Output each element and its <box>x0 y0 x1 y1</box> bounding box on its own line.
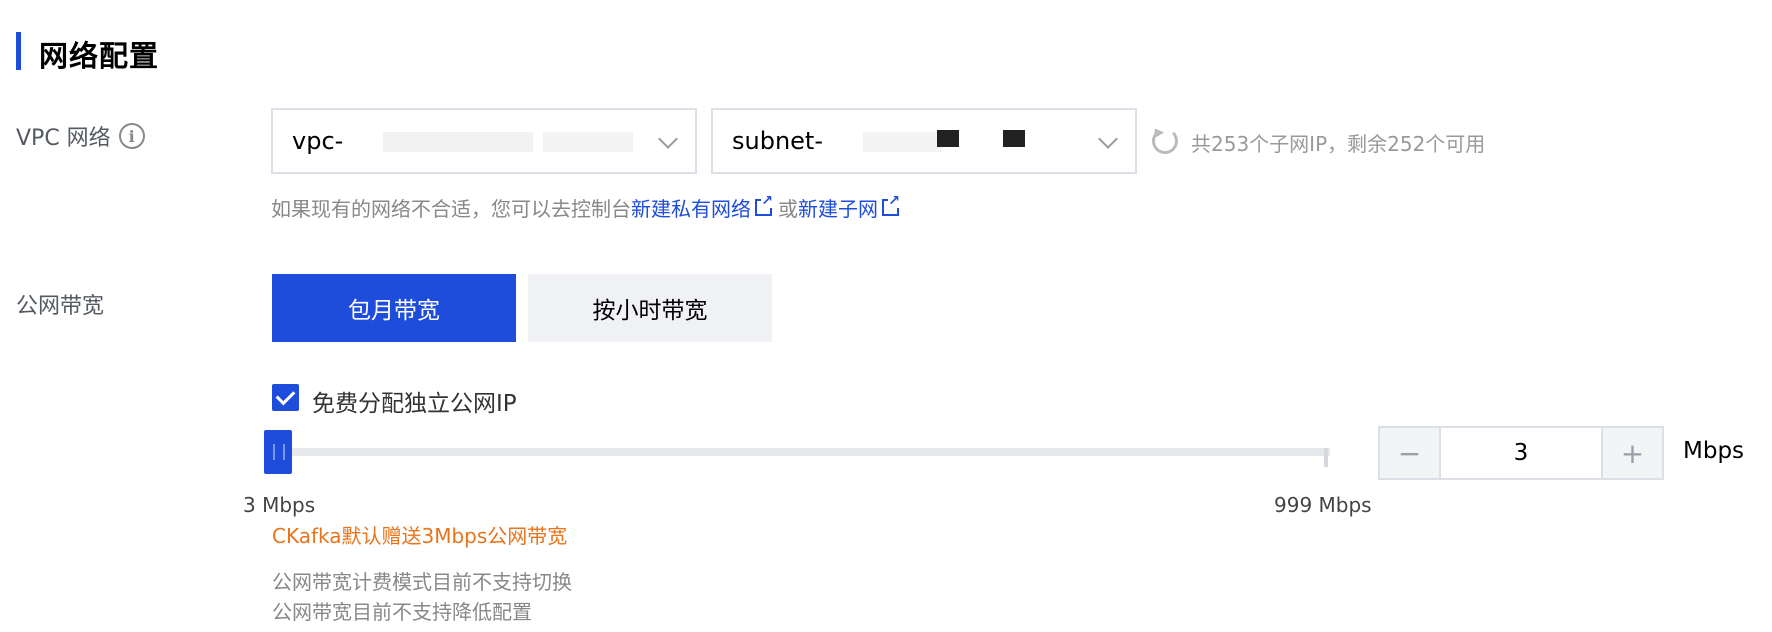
subnet-select[interactable]: subnet- <box>711 108 1137 174</box>
subnet-ip-info: 共253个子网IP，剩余252个可用 <box>1191 132 1486 156</box>
redacted-block <box>1003 130 1025 147</box>
bandwidth-unit: Mbps <box>1683 438 1745 464</box>
chevron-down-icon <box>1098 129 1118 149</box>
slider-min-label: 3 Mbps <box>243 493 316 517</box>
downgrade-note: 公网带宽目前不支持降低配置 <box>272 600 532 624</box>
billing-note: 公网带宽计费模式目前不支持切换 <box>272 570 572 594</box>
monthly-bandwidth-button[interactable]: 包月带宽 <box>272 274 516 342</box>
bandwidth-slider-end-tick <box>1324 448 1328 467</box>
bandwidth-value-input[interactable]: 3 <box>1439 428 1603 478</box>
vpc-select-value: vpc- <box>292 127 344 155</box>
new-subnet-link-label: 新建子网 <box>798 197 878 221</box>
subnet-select-value: subnet- <box>732 127 823 155</box>
free-ip-checkbox-label[interactable]: 免费分配独立公网IP <box>312 384 517 418</box>
free-ip-checkbox[interactable] <box>272 384 299 411</box>
new-vpc-link[interactable]: 新建私有网络 <box>631 193 778 222</box>
external-link-icon <box>882 194 901 216</box>
section-title-accent <box>16 32 21 70</box>
info-icon[interactable]: i <box>118 123 145 149</box>
bandwidth-label-text: 公网带宽 <box>16 294 105 319</box>
bandwidth-stepper: − 3 + <box>1378 426 1664 480</box>
new-vpc-link-label: 新建私有网络 <box>631 197 751 221</box>
vpc-label-row: VPC 网络 i <box>16 120 145 152</box>
promo-note: CKafka默认赠送3Mbps公网带宽 <box>272 524 568 548</box>
external-link-icon <box>755 194 774 216</box>
bandwidth-slider-handle[interactable] <box>264 430 292 474</box>
section-title: 网络配置 <box>39 39 160 73</box>
vpc-hint-or: 或 <box>778 197 798 221</box>
vpc-select[interactable]: vpc- <box>271 108 697 174</box>
vpc-hint: 如果现有的网络不合适，您可以去控制台 新建私有网络 或 新建子网 <box>271 193 905 222</box>
redacted-mask <box>863 132 943 152</box>
increment-button[interactable]: + <box>1603 428 1662 478</box>
bandwidth-label: 公网带宽 <box>16 288 104 320</box>
hourly-bandwidth-button[interactable]: 按小时带宽 <box>528 274 772 342</box>
decrement-button[interactable]: − <box>1380 428 1439 478</box>
redacted-mask <box>383 132 533 152</box>
bandwidth-slider-track[interactable] <box>264 448 1330 456</box>
new-subnet-link[interactable]: 新建子网 <box>798 193 905 222</box>
chevron-down-icon <box>658 129 678 149</box>
redacted-block <box>937 130 959 147</box>
slider-max-label: 999 Mbps <box>1274 493 1372 517</box>
vpc-hint-text: 如果现有的网络不合适，您可以去控制台 <box>271 197 631 221</box>
refresh-icon[interactable] <box>1152 128 1178 154</box>
vpc-label: VPC 网络 <box>16 126 111 151</box>
redacted-mask <box>543 132 633 152</box>
